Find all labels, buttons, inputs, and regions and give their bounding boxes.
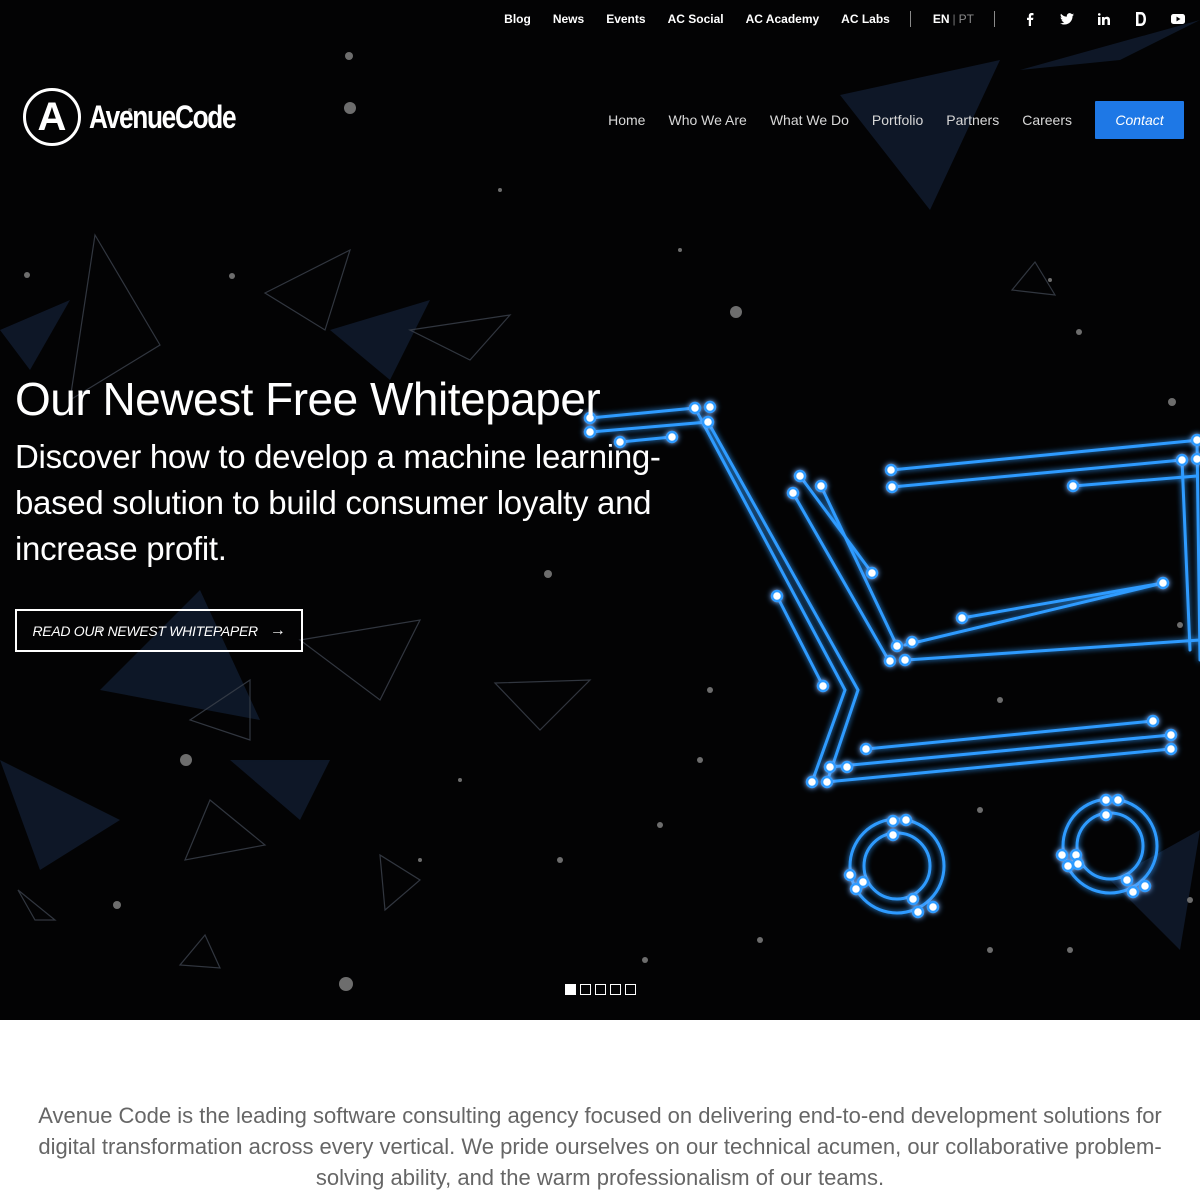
hero-section: Blog News Events AC Social AC Academy AC…	[0, 0, 1200, 1020]
cta-label: READ OUR NEWEST WHITEPAPER	[32, 622, 259, 639]
social-links	[1001, 11, 1186, 27]
slider-dot-4[interactable]	[610, 984, 621, 995]
slider-dot-1[interactable]	[565, 984, 576, 995]
hero-subtitle: Discover how to develop a machine learni…	[15, 438, 661, 567]
lang-separator: |	[952, 12, 956, 26]
hero-title: Our Newest Free Whitepaper	[15, 373, 601, 425]
utility-divider	[909, 11, 911, 27]
twitter-icon[interactable]	[1059, 11, 1075, 27]
utility-link-ac-academy[interactable]: AC Academy	[746, 12, 820, 26]
nav-partners[interactable]: Partners	[946, 112, 999, 128]
logo-mark: A	[23, 88, 81, 146]
utility-link-blog[interactable]: Blog	[504, 12, 531, 26]
medium-icon[interactable]	[1133, 11, 1149, 27]
utility-link-news[interactable]: News	[553, 12, 584, 26]
nav-who-we-are[interactable]: Who We Are	[668, 112, 746, 128]
facebook-icon[interactable]	[1022, 11, 1038, 27]
utility-link-ac-social[interactable]: AC Social	[668, 12, 724, 26]
lang-en[interactable]: EN	[933, 12, 950, 26]
slider-dot-5[interactable]	[625, 984, 636, 995]
youtube-icon[interactable]	[1170, 11, 1186, 27]
lang-pt[interactable]: PT	[959, 12, 974, 26]
utility-nav: Blog News Events AC Social AC Academy AC…	[482, 10, 1186, 28]
slider-dot-2[interactable]	[580, 984, 591, 995]
nav-portfolio[interactable]: Portfolio	[872, 112, 923, 128]
logo-wordmark: AvenueCode	[89, 98, 237, 135]
utility-link-events[interactable]: Events	[606, 12, 645, 26]
nav-what-we-do[interactable]: What We Do	[770, 112, 849, 128]
arrow-right-icon: →	[269, 621, 286, 639]
linkedin-icon[interactable]	[1096, 11, 1112, 27]
about-text: Avenue Code is the leading software cons…	[38, 1103, 1162, 1190]
contact-button[interactable]: Contact	[1095, 101, 1184, 139]
nav-home[interactable]: Home	[608, 112, 645, 128]
utility-link-ac-labs[interactable]: AC Labs	[841, 12, 890, 26]
nav-careers[interactable]: Careers	[1022, 112, 1072, 128]
utility-divider	[994, 11, 995, 27]
slider-pagination	[565, 984, 640, 995]
language-switcher: EN | PT	[933, 12, 974, 26]
read-whitepaper-button[interactable]: READ OUR NEWEST WHITEPAPER →	[15, 609, 303, 652]
avenue-code-logo[interactable]: A AvenueCode	[23, 88, 267, 146]
slider-dot-3[interactable]	[595, 984, 606, 995]
main-nav: Home Who We Are What We Do Portfolio Par…	[585, 101, 1184, 139]
